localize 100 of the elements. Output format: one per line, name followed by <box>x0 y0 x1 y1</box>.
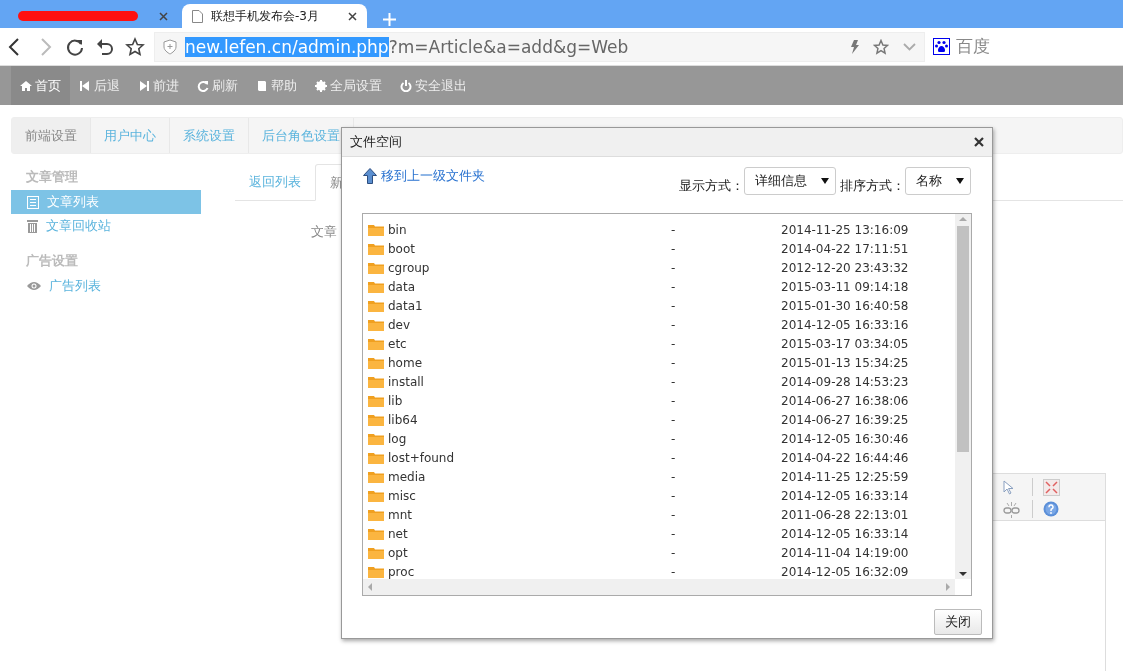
file-date: 2014-09-28 14:53:23 <box>781 374 910 389</box>
file-size: - <box>671 393 677 408</box>
file-date: 2014-12-05 16:33:16 <box>781 317 910 332</box>
file-size: - <box>671 298 677 313</box>
eye-icon <box>27 281 41 291</box>
folder-icon <box>368 451 384 464</box>
file-date: 2012-12-20 23:43:32 <box>781 260 910 275</box>
file-date: 2014-11-04 14:19:00 <box>781 545 910 560</box>
folder-icon <box>368 489 384 502</box>
close-button[interactable]: 关闭 <box>934 609 982 635</box>
file-name[interactable]: lost+found <box>388 450 455 465</box>
scroll-up-icon[interactable] <box>959 214 967 224</box>
folder-icon <box>368 337 384 350</box>
file-size: - <box>671 241 677 256</box>
cursor-icon[interactable] <box>1003 479 1014 495</box>
horizontal-scrollbar[interactable] <box>363 579 955 595</box>
trash-icon <box>27 219 38 233</box>
file-size: - <box>671 222 677 237</box>
file-name[interactable]: home <box>388 355 423 370</box>
shield-icon <box>163 38 177 55</box>
close-icon[interactable] <box>974 137 984 147</box>
folder-icon <box>368 280 384 293</box>
star-icon[interactable] <box>124 35 146 58</box>
caret-icon <box>821 178 829 184</box>
file-name[interactable]: net <box>388 526 408 541</box>
file-date: 2015-01-30 16:40:58 <box>781 298 910 313</box>
file-name[interactable]: proc <box>388 564 415 579</box>
file-name[interactable]: bin <box>388 222 407 237</box>
list-icon <box>27 195 39 209</box>
file-name[interactable]: misc <box>388 488 416 503</box>
scroll-down-icon[interactable] <box>959 569 967 579</box>
file-name[interactable]: media <box>388 469 426 484</box>
skip-back-icon <box>79 79 91 92</box>
scroll-right-icon[interactable] <box>945 583 951 591</box>
sort-label: 排序方式： <box>840 177 905 195</box>
file-size: - <box>671 507 677 522</box>
view-label: 显示方式： <box>679 177 744 195</box>
file-date: 2014-06-27 16:38:06 <box>781 393 910 408</box>
folder-icon <box>368 565 384 578</box>
file-date: 2014-12-05 16:33:14 <box>781 488 910 503</box>
file-name[interactable]: cgroup <box>388 260 430 275</box>
parent-folder-link[interactable]: 移到上一级文件夹 <box>363 167 485 185</box>
file-size: - <box>671 545 677 560</box>
gear-icon <box>315 79 327 92</box>
vertical-scrollbar[interactable] <box>955 214 971 579</box>
file-size: - <box>671 431 677 446</box>
file-name[interactable]: boot <box>388 241 415 256</box>
folder-icon <box>368 261 384 274</box>
file-name[interactable]: mnt <box>388 507 412 522</box>
folder-icon <box>368 299 384 312</box>
file-size: - <box>671 336 677 351</box>
file-date: 2014-11-25 13:16:09 <box>781 222 910 237</box>
file-name[interactable]: log <box>388 431 407 446</box>
scroll-left-icon[interactable] <box>367 583 373 591</box>
file-name[interactable]: lib <box>388 393 403 408</box>
file-date: 2014-06-27 16:39:25 <box>781 412 910 427</box>
caret-icon <box>956 178 964 184</box>
file-size: - <box>671 469 677 484</box>
file-name[interactable]: data <box>388 279 416 294</box>
file-name[interactable]: install <box>388 374 424 389</box>
close-icon[interactable] <box>348 11 357 21</box>
help-icon[interactable] <box>1043 501 1059 517</box>
folder-icon <box>368 223 384 236</box>
skip-forward-icon <box>138 79 150 92</box>
file-name[interactable]: dev <box>388 317 411 332</box>
file-date: 2014-12-05 16:32:09 <box>781 564 910 579</box>
browser-tab[interactable]: 联想手机发布会-3月 <box>182 4 367 28</box>
star-icon[interactable] <box>873 38 889 55</box>
folder-icon <box>368 432 384 445</box>
file-date: 2015-03-17 03:34:05 <box>781 336 910 351</box>
file-date: 2015-03-11 09:14:18 <box>781 279 910 294</box>
file-name[interactable]: opt <box>388 545 408 560</box>
book-icon <box>256 79 268 92</box>
sidebar-heading: 广告设置 <box>25 252 79 270</box>
file-size: - <box>671 355 677 370</box>
sort-select[interactable]: 名称 <box>905 167 971 195</box>
file-name[interactable]: data1 <box>388 298 423 313</box>
folder-icon <box>368 394 384 407</box>
file-size: - <box>671 374 677 389</box>
fullscreen-icon[interactable] <box>1043 478 1060 496</box>
file-size: - <box>671 450 677 465</box>
file-date: 2015-01-13 15:34:25 <box>781 355 910 370</box>
folder-icon <box>368 527 384 540</box>
broken-link-icon[interactable] <box>1003 500 1020 518</box>
home-icon <box>20 79 32 92</box>
field-label: 文章 <box>311 223 337 241</box>
file-date: 2014-12-05 16:30:46 <box>781 431 910 446</box>
folder-icon <box>368 356 384 369</box>
new-tab-icon[interactable] <box>383 13 396 26</box>
view-select[interactable]: 详细信息 <box>744 167 836 195</box>
file-name[interactable]: etc <box>388 336 407 351</box>
folder-icon <box>368 375 384 388</box>
chevron-down-icon[interactable] <box>903 42 916 51</box>
search-engine-label[interactable]: 百度 <box>956 35 990 58</box>
lightning-icon[interactable] <box>850 39 859 54</box>
file-name[interactable]: lib64 <box>388 412 418 427</box>
file-size: - <box>671 279 677 294</box>
power-icon <box>400 79 412 92</box>
paw-icon <box>933 38 950 55</box>
file-date: 2014-12-05 16:33:14 <box>781 526 910 541</box>
